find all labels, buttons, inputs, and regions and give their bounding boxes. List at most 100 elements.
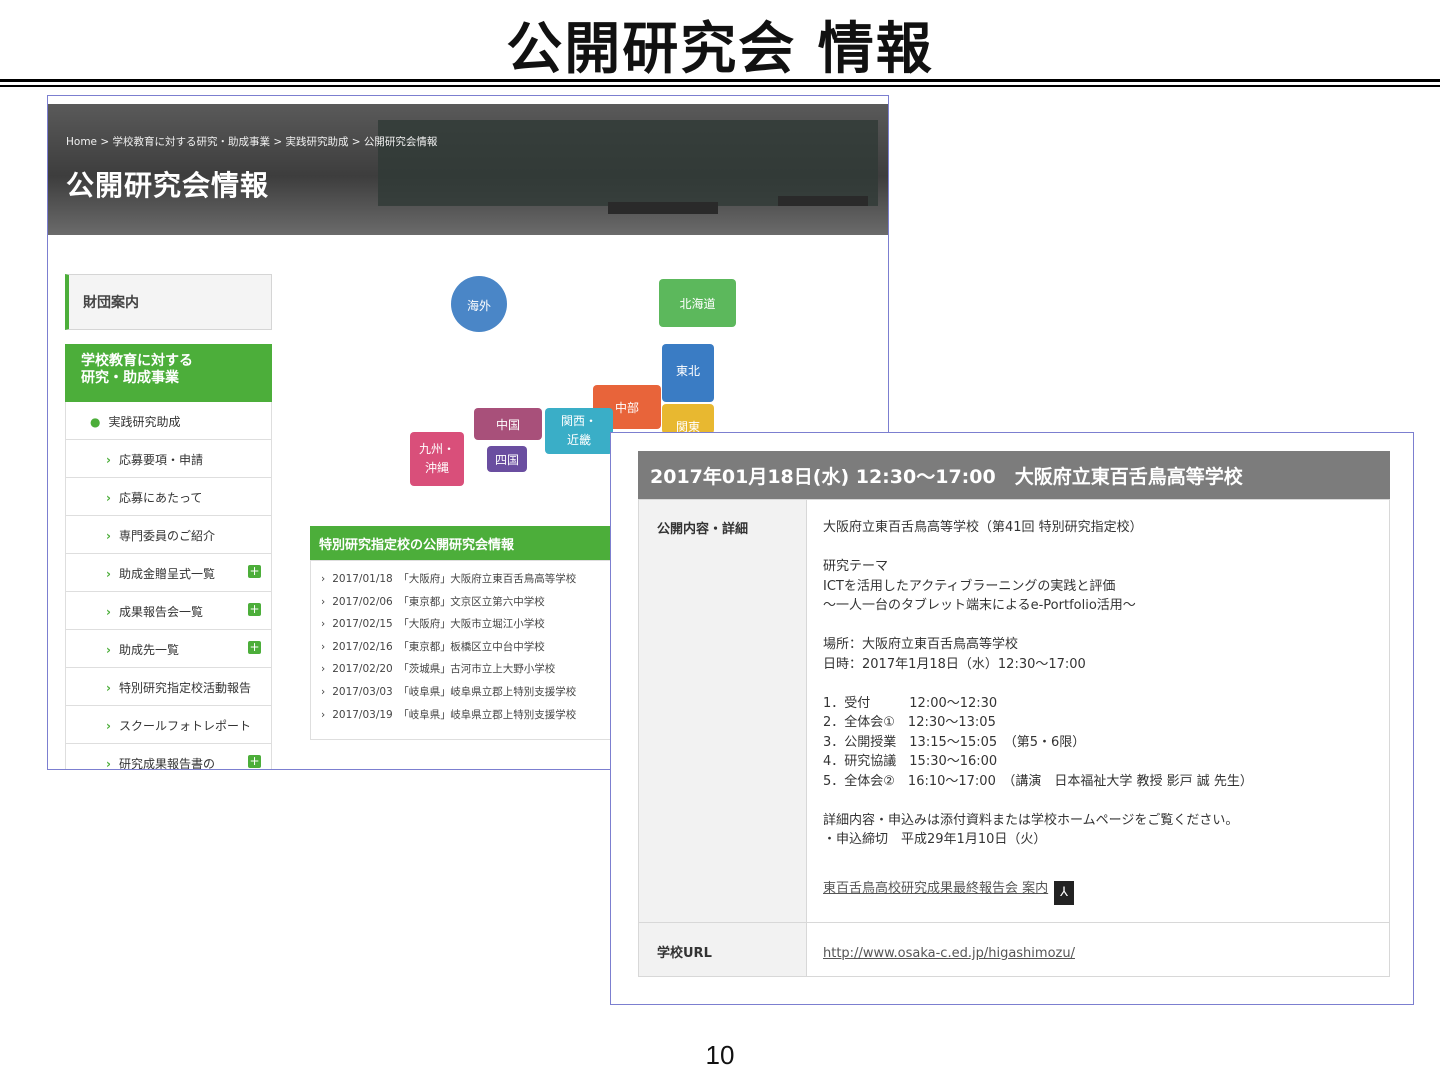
sidebar-item-label: 成果報告会一覧	[118, 605, 203, 619]
news-item[interactable]: › 2017/03/03 「岐阜県」岐阜県立郡上特別支援学校	[311, 684, 629, 707]
sidebar-item-label: 応募にあたって	[118, 491, 203, 505]
sidebar-item[interactable]: › 助成金贈呈式一覧 +	[65, 554, 272, 592]
sidebar-item-label: スクールフォトレポート	[118, 719, 251, 733]
news-item[interactable]: › 2017/02/15 「大阪府」大阪市立堀江小学校	[311, 616, 629, 639]
sidebar-item-label: 助成金贈呈式一覧	[118, 567, 215, 581]
news-prefecture: 「大阪府」	[398, 618, 451, 631]
bullet-icon: ●	[90, 415, 101, 429]
event-detail-body: 大阪府立東百舌鳥高等学校（第41回 特別研究指定校） 研究テーマ ICTを活用し…	[823, 518, 1383, 905]
news-date: 2017/03/03	[332, 685, 393, 698]
sidebar-item[interactable]: › 研究成果報告書の +	[65, 744, 272, 770]
schedule-item: 5．全体会② 16:10～17:00 （講演 日本福祉大学 教授 影戸 誠 先生…	[823, 773, 1253, 789]
event-datetime: 日時：2017年1月18日（水）12:30～17:00	[823, 656, 1086, 672]
sidebar-item-label: 特別研究指定校活動報告	[118, 681, 251, 695]
event-place: 場所：大阪府立東百舌鳥高等学校	[823, 637, 1019, 652]
sidebar-item[interactable]: › スクールフォトレポート	[65, 706, 272, 744]
chevron-right-icon: ›	[321, 663, 326, 676]
page-title: 公開研究会情報	[66, 169, 270, 202]
region-kansai[interactable]: 関西・ 近畿	[545, 408, 613, 454]
region-shikoku[interactable]: 四国	[487, 446, 527, 472]
news-date: 2017/02/06	[332, 595, 393, 608]
region-tohoku[interactable]: 東北	[662, 344, 714, 402]
news-school: 岐阜県立郡上特別支援学校	[450, 685, 577, 698]
news-date: 2017/01/18	[332, 573, 393, 585]
sidebar-item[interactable]: ● 実践研究助成	[65, 402, 272, 440]
news-item[interactable]: › 2017/02/20 「茨城県」古河市立上大野小学校	[311, 661, 629, 684]
news-date: 2017/02/20	[332, 663, 393, 676]
chevron-right-icon: ›	[106, 567, 111, 581]
chevron-right-icon: ›	[106, 529, 111, 543]
region-kyushu[interactable]: 九州・ 沖縄	[410, 432, 464, 486]
schedule-item: 3．公開授業 13:15～15:05 （第5・6限）	[823, 734, 1086, 750]
region-kansai-label: 関西・	[560, 414, 597, 428]
theme-line: ～一人一台のタブレット端末によるe-Portfolio活用～	[823, 598, 1136, 613]
sidebar: 財団案内 学校教育に対する 研究・助成事業 ● 実践研究助成 › 応募要項・申請 › 応募…	[65, 274, 272, 770]
chevron-right-icon: ›	[106, 643, 111, 657]
schedule-item: 1．受付 12:00～12:30	[823, 695, 998, 711]
news-list: › 2017/01/18 「大阪府」大阪府立東百舌鳥高等学校 › 2017/02/06 「…	[310, 560, 630, 740]
region-kyushu-label: 沖縄	[424, 461, 449, 475]
sidebar-item[interactable]: › 専門委員のご紹介	[65, 516, 272, 554]
chevron-right-icon: ›	[106, 681, 111, 695]
news-school: 古河市立上大野小学校	[450, 663, 556, 676]
schedule-item: 2．全体会① 12:30～13:05	[823, 715, 996, 730]
sidebar-item-label: 応募要項・申請	[118, 453, 203, 467]
sidebar-item[interactable]: › 応募にあたって	[65, 478, 272, 516]
theme-label: 研究テーマ	[823, 559, 889, 574]
sidebar-item-label: 研究成果報告書の	[118, 757, 215, 770]
sidebar-section-header[interactable]: 学校教育に対する 研究・助成事業	[65, 344, 272, 402]
expand-plus-icon[interactable]: +	[248, 755, 261, 768]
breadcrumb[interactable]: Home > 学校教育に対する研究・助成事業 > 実践研究助成 > 公開研究会情…	[66, 134, 437, 149]
news-school: 大阪市立堀江小学校	[450, 618, 545, 631]
chevron-right-icon: ›	[321, 573, 326, 585]
news-item[interactable]: › 2017/03/19 「岐阜県」岐阜県立郡上特別支援学校	[311, 707, 629, 730]
event-deadline: ・申込締切 平成29年1月10日（火）	[823, 832, 1047, 847]
news-item[interactable]: › 2017/02/16 「東京都」板橋区立中台中学校	[311, 639, 629, 662]
region-chugoku[interactable]: 中国	[474, 408, 542, 440]
sidebar-item[interactable]: › 応募要項・申請	[65, 440, 272, 478]
sidebar-item[interactable]: › 成果報告会一覧 +	[65, 592, 272, 630]
news-prefecture: 「岐阜県」	[398, 708, 451, 721]
news-school: 岐阜県立郡上特別支援学校	[450, 708, 577, 721]
sidebar-item[interactable]: › 特別研究指定校活動報告	[65, 668, 272, 706]
chevron-right-icon: ›	[321, 708, 326, 721]
region-overseas[interactable]: 海外	[451, 276, 507, 332]
news-prefecture: 「大阪府」	[398, 573, 451, 585]
news-header: 特別研究指定校の公開研究会情報	[310, 526, 630, 560]
event-intro: 大阪府立東百舌鳥高等学校（第41回 特別研究指定校）	[823, 520, 1143, 535]
slide-title: 公開研究会 情報	[506, 17, 934, 82]
region-kyushu-label: 九州・	[418, 442, 455, 456]
blackboard-image	[378, 120, 878, 206]
expand-plus-icon[interactable]: +	[248, 641, 261, 654]
pdf-link[interactable]: 東百舌鳥高校研究成果最終報告会 案内	[823, 881, 1048, 896]
sidebar-item[interactable]: › 助成先一覧 +	[65, 630, 272, 668]
event-note: 詳細内容・申込みは添付資料または学校ホームページをご覧ください。	[823, 812, 1239, 828]
detail-label: 公開内容・詳細	[657, 522, 749, 537]
sidebar-item-label: 実践研究助成	[108, 415, 181, 429]
news-prefecture: 「岐阜県」	[398, 685, 451, 698]
event-detail-screenshot: 2017年01月18日(水) 12:30～17:00 大阪府立東百舌鳥高等学校 …	[610, 432, 1414, 1005]
row-divider	[639, 922, 1389, 923]
news-date: 2017/03/19	[332, 708, 393, 721]
url-label: 学校URL	[657, 946, 712, 961]
schedule-item: 4．研究協議 15:30～16:00	[823, 754, 998, 769]
theme-line: ICTを活用したアクティブラーニングの実践と評価	[823, 578, 1116, 594]
desk-image	[778, 196, 868, 206]
chevron-right-icon: ›	[106, 605, 111, 619]
region-hokkaido[interactable]: 北海道	[659, 279, 736, 327]
sidebar-item-foundation[interactable]: 財団案内	[65, 274, 272, 330]
chevron-right-icon: ›	[106, 719, 111, 733]
expand-plus-icon[interactable]: +	[248, 603, 261, 616]
news-item[interactable]: › 2017/02/06 「東京都」文京区立第六中学校	[311, 594, 629, 617]
pdf-icon[interactable]: ⅄	[1054, 881, 1075, 905]
news-school: 大阪府立東百舌鳥高等学校	[450, 573, 577, 585]
news-item[interactable]: › 2017/01/18 「大阪府」大阪府立東百舌鳥高等学校	[311, 571, 629, 594]
region-kanto[interactable]: 関東	[662, 404, 714, 434]
news-date: 2017/02/15	[332, 618, 393, 631]
school-url-link[interactable]: http://www.osaka-c.ed.jp/higashimozu/	[823, 946, 1075, 961]
expand-plus-icon[interactable]: +	[248, 565, 261, 578]
sidebar-item-label: 助成先一覧	[118, 643, 179, 657]
news-prefecture: 「東京都」	[398, 595, 451, 608]
chevron-right-icon: ›	[321, 618, 326, 631]
news-school: 板橋区立中台中学校	[450, 640, 545, 653]
